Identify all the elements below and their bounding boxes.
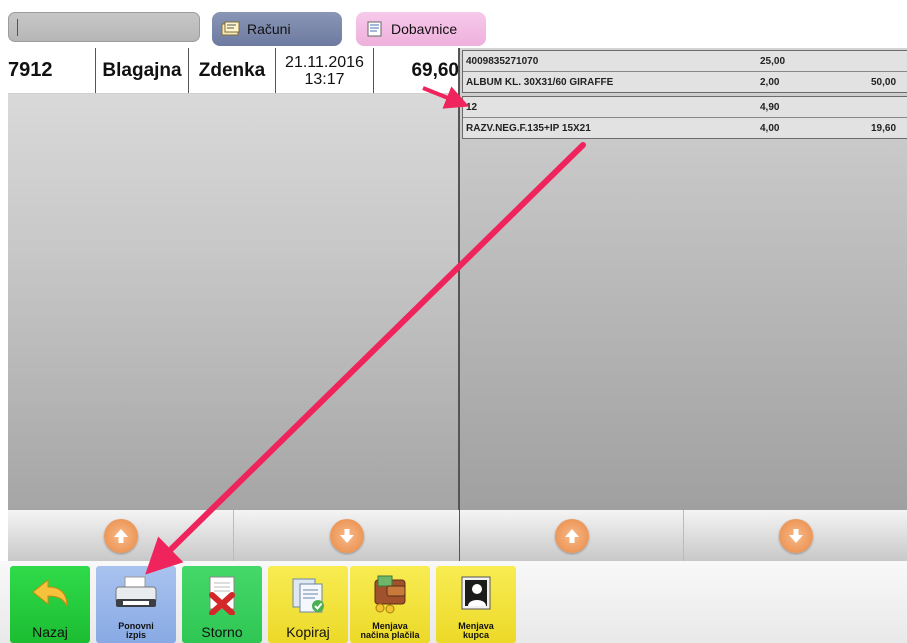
receipts-scroll-up-button[interactable] [8,510,234,561]
back-label: Nazaj [32,624,68,640]
arrow-down-icon [778,518,813,553]
copy-button[interactable]: Kopiraj [268,566,348,643]
items-scroll-up-button[interactable] [460,510,684,561]
items-scroll-bar [460,510,907,561]
reprint-button[interactable]: Ponovni izpis [96,566,176,643]
receipt-time: 13:17 [304,70,345,88]
cancel-document-icon [209,576,235,615]
receipt-number: 7912 [8,48,96,93]
receipt-row[interactable]: 7912 Blagajna Zdenka 21.11.2016 13:17 69… [8,48,459,94]
change-customer-label-2: kupca [462,630,489,640]
item-amount: 50,00 [871,77,897,88]
reprint-label-2: izpis [125,630,146,640]
copy-label: Kopiraj [286,624,330,640]
item-qty: 4,00 [760,123,780,134]
item-line: ALBUM KL. 30X31/60 GIRAFFE 2,00 50,00 [463,72,907,92]
item-name: 4009835271070 [466,56,539,67]
arrow-up-icon [554,518,589,553]
tab-dobavnice-label: Dobavnice [391,21,458,37]
back-button[interactable]: Nazaj [10,566,90,643]
item-qty: 4,90 [760,102,780,113]
arrow-down-icon [329,518,364,553]
cancel-receipt-label: Storno [201,624,243,640]
receipts-scroll-down-button[interactable] [234,510,459,561]
printer-icon [115,576,157,607]
items-scroll-down-button[interactable] [684,510,907,561]
text-caret [17,19,18,36]
receipt-date: 21.11.2016 [285,53,364,71]
change-payment-method-button[interactable]: Menjava načina plačila [350,566,430,643]
item-amount: 19,60 [871,123,897,134]
tab-dobavnice[interactable]: Dobavnice [356,12,486,46]
receipt-items-list: 4009835271070 25,00 ALBUM KL. 30X31/60 G… [460,48,907,510]
arrow-up-icon [103,518,138,553]
cancel-receipt-button[interactable]: Storno [182,566,262,643]
change-customer-button[interactable]: Menjava kupca [436,566,516,643]
copy-document-icon [292,578,324,613]
receipt-cashier: Zdenka [189,48,276,93]
wallet-icon [374,575,406,614]
receipt-total: 69,60 [411,59,459,81]
receipts-scroll-bar [8,510,459,561]
item-name: ALBUM KL. 30X31/60 GIRAFFE [466,77,614,88]
item-name: 12 [466,102,478,113]
customer-icon [461,576,491,610]
item-name: RAZV.NEG.F.135+IP 15X21 [466,123,591,134]
tab-racuni-label: Računi [247,21,291,37]
receipts-icon [221,21,240,36]
receipt-datetime: 21.11.2016 13:17 [276,48,374,93]
item-line: 12 4,90 [463,97,907,118]
search-input[interactable] [8,12,200,42]
delivery-note-icon [367,21,382,37]
item-group[interactable]: 4009835271070 25,00 ALBUM KL. 30X31/60 G… [462,50,907,93]
item-group[interactable]: 12 4,90 RAZV.NEG.F.135+IP 15X21 4,00 19,… [462,96,907,139]
change-payment-label-2: načina plačila [360,630,420,640]
item-line: RAZV.NEG.F.135+IP 15X21 4,00 19,60 [463,118,907,138]
receipts-list: 7912 Blagajna Zdenka 21.11.2016 13:17 69… [8,48,459,510]
item-qty: 25,00 [760,56,786,67]
receipt-register: Blagajna [96,48,189,93]
back-arrow-icon [32,578,68,607]
tab-racuni[interactable]: Računi [212,12,342,46]
item-line: 4009835271070 25,00 [463,51,907,72]
item-qty: 2,00 [760,77,780,88]
